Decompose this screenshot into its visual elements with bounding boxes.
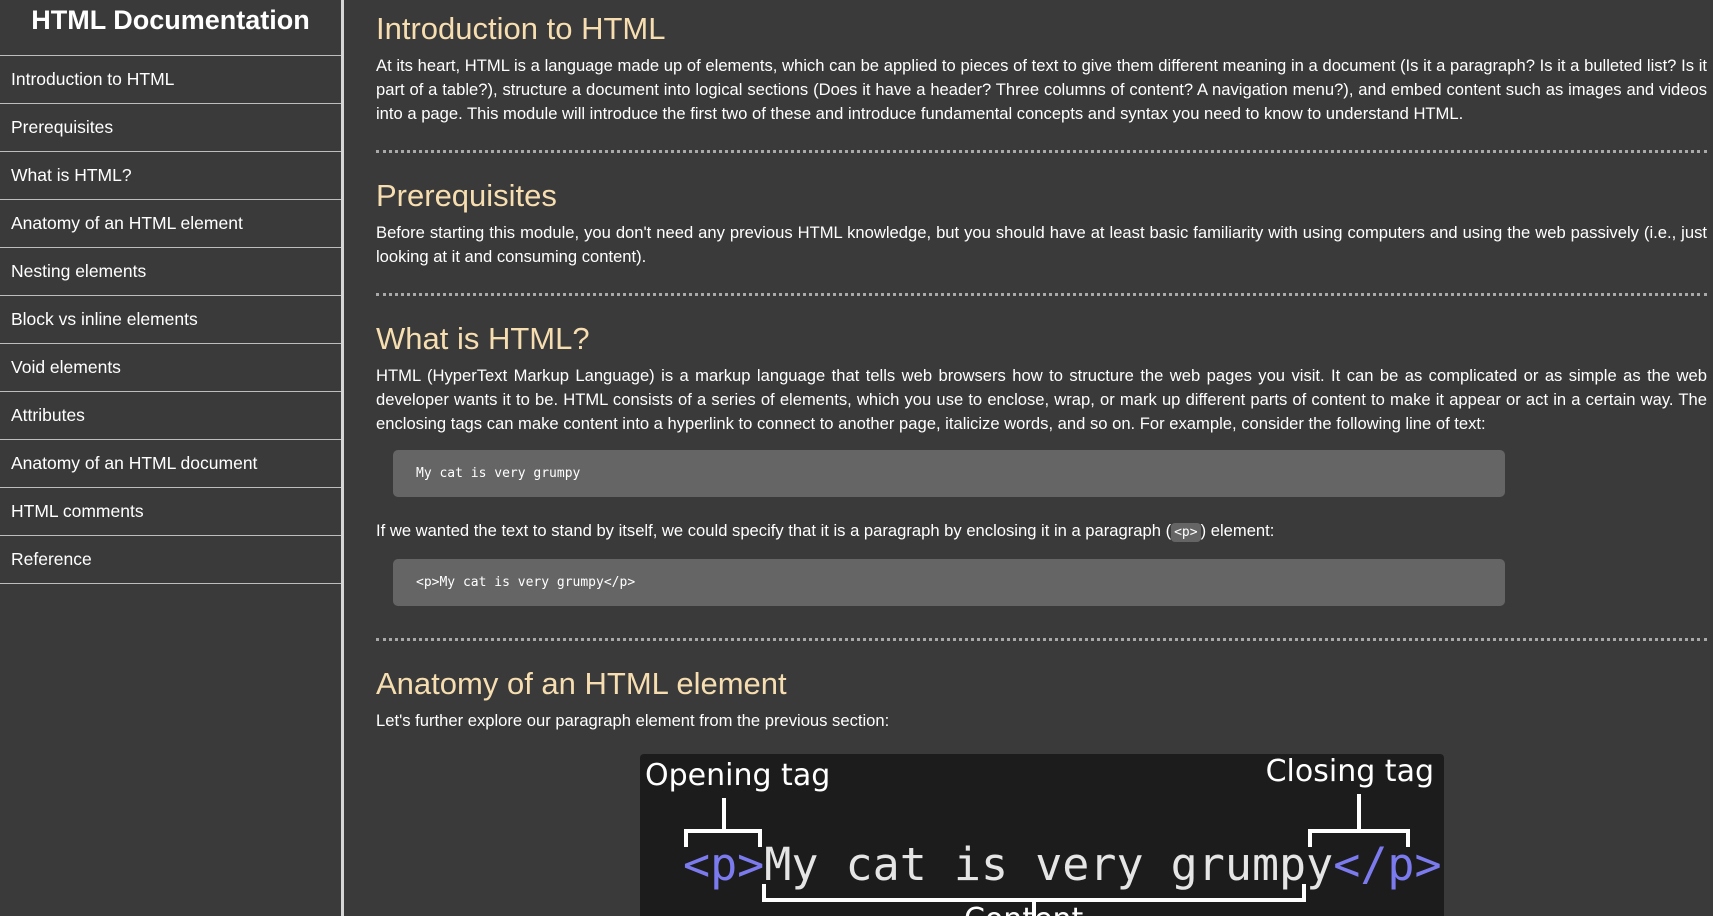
sidebar-header: HTML Documentation bbox=[0, 0, 341, 56]
nav-link-prerequisites[interactable]: Prerequisites bbox=[0, 104, 341, 152]
diagram-code-line: <p>My cat is very grumpy</p> bbox=[683, 838, 1442, 891]
nav-item-nesting: Nesting elements bbox=[0, 248, 341, 296]
nav-link-reference[interactable]: Reference bbox=[0, 536, 341, 584]
nav-item-reference: Reference bbox=[0, 536, 341, 584]
code-example-plain-text: My cat is very grumpy bbox=[416, 466, 581, 481]
nav-item-introduction: Introduction to HTML bbox=[0, 56, 341, 104]
sidebar-navigation: HTML Documentation Introduction to HTML … bbox=[0, 0, 344, 916]
code-example-paragraph-text: <p>My cat is very grumpy</p> bbox=[416, 575, 636, 590]
nav-item-block-inline: Block vs inline elements bbox=[0, 296, 341, 344]
nav-item-comments: HTML comments bbox=[0, 488, 341, 536]
section-what-is-html: What is HTML? HTML (HyperText Markup Lan… bbox=[376, 310, 1707, 641]
diagram-brackets bbox=[684, 794, 1410, 916]
diagram-content-label: Content bbox=[964, 902, 1083, 916]
sidebar-title: HTML Documentation bbox=[0, 0, 341, 56]
element-anatomy-diagram: Opening tag Closing tag <p>My cat is ver… bbox=[640, 754, 1444, 916]
nav-item-prerequisites: Prerequisites bbox=[0, 104, 341, 152]
nav-item-anatomy-document: Anatomy of an HTML document bbox=[0, 440, 341, 488]
nav-link-introduction[interactable]: Introduction to HTML bbox=[0, 56, 341, 104]
section-heading-anatomy-element: Anatomy of an HTML element bbox=[376, 666, 787, 701]
inline-code-p-tag: <p> bbox=[1171, 523, 1201, 542]
section-text-anatomy-element: Let's further explore our paragraph elem… bbox=[376, 711, 890, 730]
nav-link-anatomy-document[interactable]: Anatomy of an HTML document bbox=[0, 440, 341, 488]
section-heading-prerequisites: Prerequisites bbox=[376, 178, 557, 213]
section-introduction: Introduction to HTML At its heart, HTML … bbox=[376, 0, 1707, 153]
section-prerequisites: Prerequisites Before starting this modul… bbox=[376, 167, 1707, 296]
section-text-introduction: At its heart, HTML is a language made up… bbox=[376, 56, 1707, 123]
code-example-plain: My cat is very grumpy bbox=[393, 450, 1505, 497]
nav-link-comments[interactable]: HTML comments bbox=[0, 488, 341, 536]
nav-link-nesting[interactable]: Nesting elements bbox=[0, 248, 341, 296]
section-text-paragraph-element: If we wanted the text to stand by itself… bbox=[376, 519, 1707, 545]
section-anatomy-element: Anatomy of an HTML element Let's further… bbox=[376, 655, 1707, 757]
section-heading-introduction: Introduction to HTML bbox=[376, 11, 666, 46]
nav-item-void-elements: Void elements bbox=[0, 344, 341, 392]
section-text-what-is-html: HTML (HyperText Markup Language) is a ma… bbox=[376, 366, 1707, 433]
diagram-open-tag: <p> bbox=[683, 838, 765, 891]
nav-link-block-inline[interactable]: Block vs inline elements bbox=[0, 296, 341, 344]
nav-link-anatomy-element[interactable]: Anatomy of an HTML element bbox=[0, 200, 341, 248]
paragraph-text-before: If we wanted the text to stand by itself… bbox=[376, 521, 1172, 540]
nav-list: Introduction to HTML Prerequisites What … bbox=[0, 56, 341, 584]
nav-link-what-is-html[interactable]: What is HTML? bbox=[0, 152, 341, 200]
main-content: Introduction to HTML At its heart, HTML … bbox=[376, 0, 1707, 916]
nav-link-void-elements[interactable]: Void elements bbox=[0, 344, 341, 392]
section-heading-what-is-html: What is HTML? bbox=[376, 321, 590, 356]
diagram-close-tag: </p> bbox=[1333, 838, 1442, 891]
nav-item-what-is-html: What is HTML? bbox=[0, 152, 341, 200]
paragraph-text-after: ) element: bbox=[1200, 521, 1275, 540]
nav-item-anatomy-element: Anatomy of an HTML element bbox=[0, 200, 341, 248]
code-example-paragraph: <p>My cat is very grumpy</p> bbox=[393, 559, 1505, 606]
nav-item-attributes: Attributes bbox=[0, 392, 341, 440]
nav-link-attributes[interactable]: Attributes bbox=[0, 392, 341, 440]
section-text-prerequisites: Before starting this module, you don't n… bbox=[376, 223, 1707, 266]
diagram-content-text: My cat is very grumpy bbox=[764, 838, 1334, 891]
